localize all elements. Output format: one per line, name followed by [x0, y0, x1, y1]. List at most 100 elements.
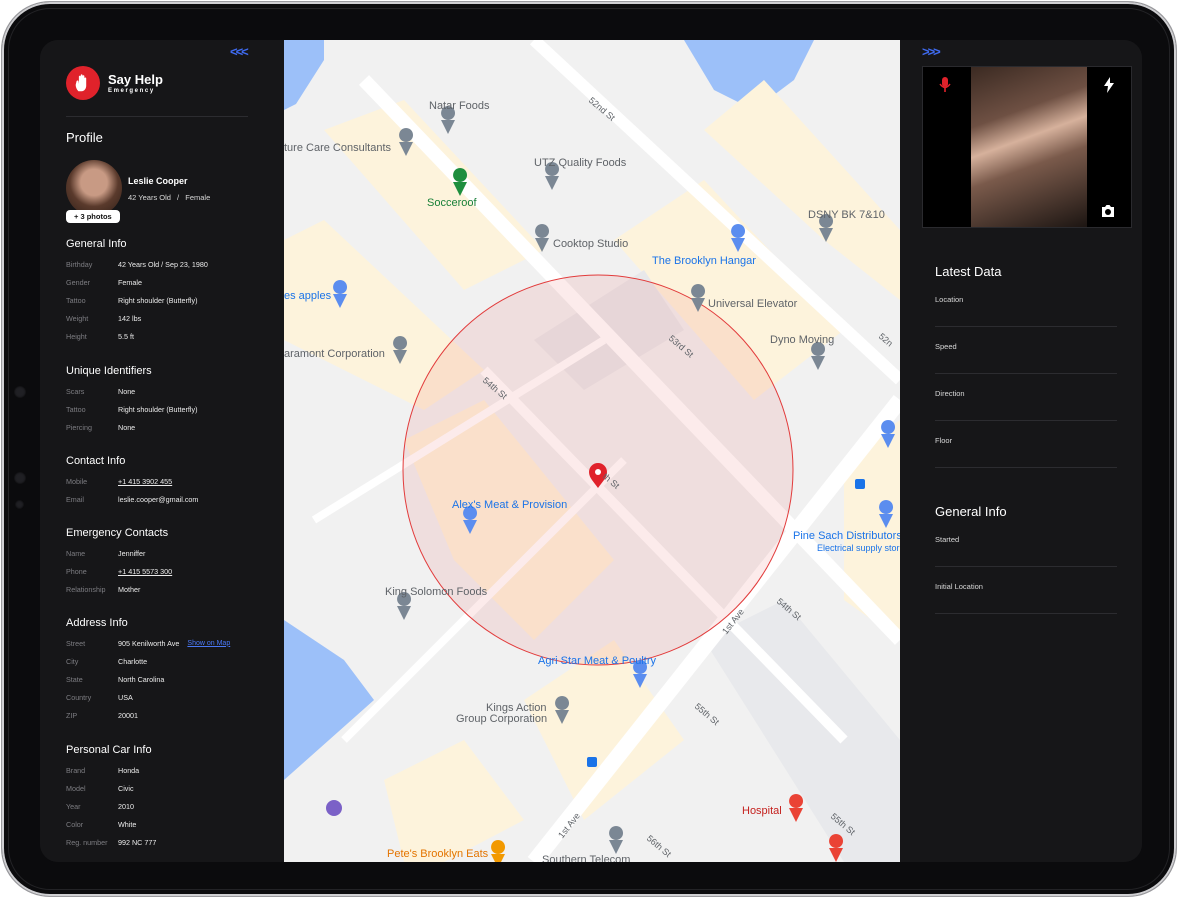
info-row: Brand Honda	[66, 764, 256, 776]
car-info-heading: Personal Car Info	[66, 744, 152, 756]
profile-gender: Female	[185, 193, 211, 202]
poi-label: aramont Corporation	[284, 348, 385, 360]
info-value: Jenniffer	[118, 548, 146, 558]
info-key: Tattoo	[66, 404, 86, 414]
poi-label: Hospital	[742, 805, 782, 817]
video-frame	[971, 67, 1087, 227]
info-row: State North Carolina	[66, 673, 256, 685]
info-key: Reg. number	[66, 837, 108, 847]
info-value: 992 NC 777	[118, 837, 157, 847]
data-label: Initial Location	[935, 582, 983, 591]
info-value: Right shoulder (Butterfly)	[118, 295, 198, 305]
info-row: Height 5.5 ft	[66, 330, 256, 342]
more-photos-button[interactable]: + 3 photos	[66, 210, 120, 223]
show-on-map-link[interactable]: Show on Map	[187, 640, 230, 647]
profile-meta: 42 Years Old / Female	[128, 193, 210, 202]
info-row: Country USA	[66, 691, 256, 703]
info-row: Weight 142 lbs	[66, 312, 256, 324]
info-row: Email leslie.cooper@gmail.com	[66, 493, 256, 505]
latest-data-heading: Latest Data	[935, 264, 1002, 279]
poi-label: Southern Telecom	[542, 854, 631, 862]
info-row: Model Civic	[66, 782, 256, 794]
info-row: Gender Female	[66, 276, 256, 288]
poi-label: Pine Sach Distributors	[793, 530, 900, 542]
info-row: Birthday 42 Years Old / Sep 23, 1980	[66, 258, 256, 270]
phone-link[interactable]: +1 415 3902 455	[118, 477, 172, 486]
bus-stop-icon	[587, 757, 597, 767]
poi-label: Universal Elevator	[708, 298, 798, 310]
info-key: Relationship	[66, 584, 106, 594]
info-row: Street 905 Kenilworth Ave Show on Map	[66, 637, 256, 649]
unique-identifiers-heading: Unique Identifiers	[66, 365, 152, 377]
flash-icon[interactable]	[1103, 77, 1115, 93]
info-key: Tattoo	[66, 295, 86, 305]
tablet-frame: <<< Say Help Emergency Profile + 3 photo…	[2, 2, 1176, 896]
hospital-pin-icon	[789, 794, 804, 822]
info-value: 42 Years Old / Sep 23, 1980	[118, 259, 208, 269]
poi-label: es apples	[284, 290, 332, 302]
info-row: Scars None	[66, 385, 256, 397]
info-key: City	[66, 656, 79, 666]
info-value: 20001	[118, 710, 138, 720]
divider	[935, 373, 1117, 374]
info-key: Color	[66, 819, 84, 829]
poi-label: Agri Star Meat & Poultry	[538, 655, 656, 667]
info-key: Country	[66, 692, 92, 702]
poi-label: Pete's Brooklyn Eats	[387, 848, 489, 860]
contact-info-heading: Contact Info	[66, 455, 126, 467]
emergency-contacts-heading: Emergency Contacts	[66, 527, 169, 539]
info-key: Name	[66, 548, 86, 558]
data-label: Started	[935, 535, 960, 544]
info-key: Mobile	[66, 476, 88, 486]
info-key: Birthday	[66, 259, 93, 269]
map-block	[704, 600, 900, 862]
side-sensor	[15, 500, 24, 509]
info-key: State	[66, 674, 83, 684]
poi-label: The Brooklyn Hangar	[652, 255, 756, 267]
info-value: Mother	[118, 584, 141, 594]
avatar[interactable]	[66, 160, 122, 216]
info-key: Scars	[66, 386, 85, 396]
divider	[935, 467, 1117, 468]
poi-label: King Solomon Foods	[385, 586, 488, 598]
info-value: Female	[118, 277, 142, 287]
info-value: White	[118, 819, 137, 829]
email-value: leslie.cooper@gmail.com	[118, 494, 199, 504]
profile-name: Leslie Cooper	[128, 176, 188, 186]
poi-label: Dyno Moving	[770, 334, 835, 346]
app-screen: <<< Say Help Emergency Profile + 3 photo…	[40, 40, 1142, 862]
info-key: Phone	[66, 566, 87, 576]
map-block	[524, 640, 684, 820]
expand-panel-button[interactable]: >>>	[922, 44, 941, 59]
water-area	[284, 40, 324, 110]
info-value: North Carolina	[118, 674, 165, 684]
restaurant-pin-icon	[491, 840, 506, 862]
info-row: Piercing None	[66, 421, 256, 433]
live-video-feed	[922, 66, 1132, 228]
poi-label: DSNY BK 7&10	[808, 209, 885, 221]
info-key: Piercing	[66, 422, 92, 432]
map-view[interactable]: Natar Foods ture Care Consultants UTZ Qu…	[284, 40, 900, 862]
info-row: Tattoo Right shoulder (Butterfly)	[66, 403, 256, 415]
water-area	[284, 620, 374, 780]
hospital-pin-icon	[829, 834, 844, 862]
info-row: Year 2010	[66, 800, 256, 812]
info-value: Right shoulder (Butterfly)	[118, 404, 198, 414]
info-row: Mobile +1 415 3902 455	[66, 475, 256, 487]
side-sensor	[14, 472, 26, 484]
general-info-heading: General Info	[935, 504, 1007, 519]
microphone-icon[interactable]	[939, 77, 951, 93]
general-info-heading: General Info	[66, 238, 127, 250]
poi-label: Cooktop Studio	[553, 238, 629, 250]
divider	[66, 116, 248, 117]
collapse-sidebar-button[interactable]: <<<	[230, 44, 249, 59]
data-label: Direction	[935, 389, 965, 398]
poi-label: Alex's Meat & Provision	[452, 499, 568, 511]
live-data-panel: >>> Latest Data Location Speed Direction	[900, 40, 1142, 862]
info-value: 142 lbs	[118, 313, 142, 323]
info-row: Relationship Mother	[66, 583, 256, 595]
camera-switch-icon[interactable]	[1100, 204, 1116, 218]
info-row: City Charlotte	[66, 655, 256, 667]
phone-link[interactable]: +1 415 5573 300	[118, 567, 172, 576]
bus-stop-icon	[855, 479, 865, 489]
